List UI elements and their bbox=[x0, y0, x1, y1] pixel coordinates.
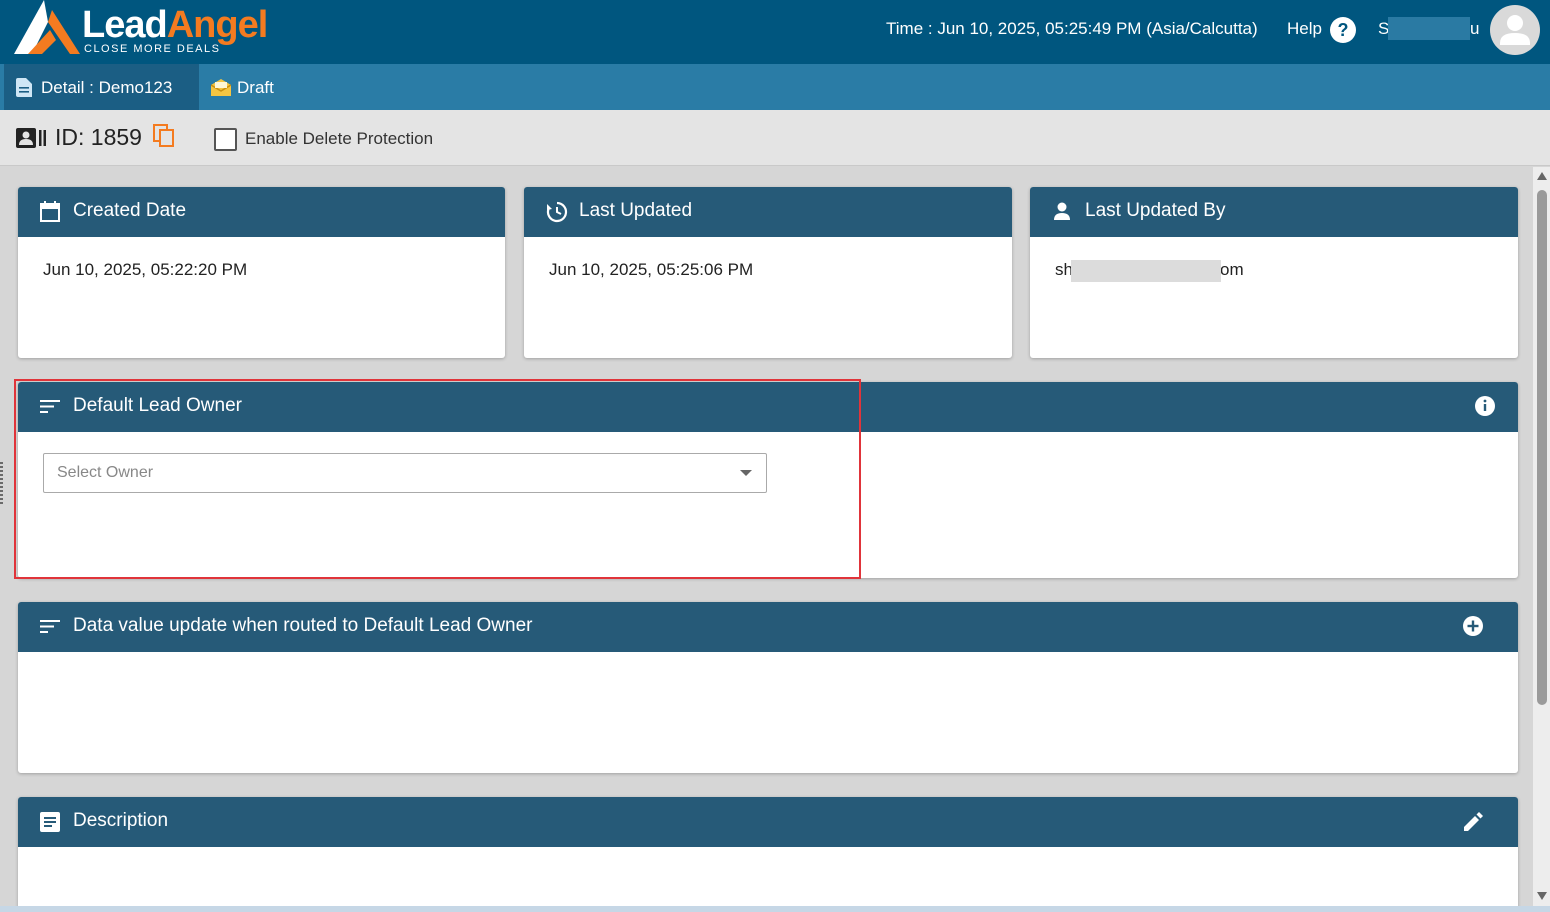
record-id: ID: 1859 bbox=[55, 124, 142, 150]
user-name-redacted bbox=[1388, 17, 1470, 40]
user-avatar-icon bbox=[1500, 15, 1530, 45]
tab-bar: Detail : Demo123 Draft bbox=[0, 64, 1550, 110]
info-icon[interactable] bbox=[1474, 395, 1496, 417]
copy-icon[interactable] bbox=[153, 124, 175, 148]
logo-angel-text: Angel bbox=[166, 4, 269, 46]
created-date-card: Created Date Jun 10, 2025, 05:22:20 PM bbox=[18, 187, 505, 358]
side-drag-handle[interactable] bbox=[0, 462, 3, 504]
person-icon bbox=[1054, 202, 1070, 220]
default-lead-owner-header: Default Lead Owner bbox=[18, 382, 1518, 432]
user-name-end[interactable]: u bbox=[1470, 19, 1479, 39]
logo-tagline: CLOSE MORE DEALS bbox=[84, 43, 221, 55]
tab-draft-label: Draft bbox=[237, 78, 274, 97]
add-circle-icon[interactable] bbox=[1462, 615, 1484, 637]
logo-mark-icon bbox=[14, 0, 80, 54]
history-icon bbox=[546, 201, 568, 223]
id-card-icon bbox=[16, 128, 46, 148]
delete-protection-checkbox[interactable] bbox=[214, 128, 237, 151]
default-lead-owner-title: Default Lead Owner bbox=[73, 395, 242, 416]
chevron-down-icon bbox=[740, 470, 752, 476]
last-updated-title: Last Updated bbox=[579, 200, 693, 221]
last-updated-card: Last Updated Jun 10, 2025, 05:25:06 PM bbox=[524, 187, 1012, 358]
help-icon[interactable]: ? bbox=[1330, 17, 1356, 43]
envelope-open-icon bbox=[211, 79, 231, 96]
notes-icon bbox=[40, 812, 60, 832]
last-updated-by-title: Last Updated By bbox=[1085, 200, 1226, 221]
sort-lines-icon bbox=[40, 620, 60, 633]
last-updated-by-suffix: om bbox=[1220, 260, 1244, 279]
tab-detail[interactable]: Detail : Demo123 bbox=[4, 64, 199, 110]
owner-select[interactable]: Select Owner bbox=[43, 453, 767, 493]
top-header: LeadAngel CLOSE MORE DEALS Time : Jun 10… bbox=[0, 0, 1550, 64]
scrollbar-thumb[interactable] bbox=[1537, 190, 1547, 705]
delete-protection-label[interactable]: Enable Delete Protection bbox=[245, 129, 433, 149]
created-date-title: Created Date bbox=[73, 200, 187, 221]
description-header: Description bbox=[18, 797, 1518, 847]
logo-lead-text: Lead bbox=[82, 4, 168, 46]
data-value-update-card: Data value update when routed to Default… bbox=[18, 602, 1518, 773]
bottom-edge bbox=[0, 906, 1550, 912]
last-updated-by-header: Last Updated By bbox=[1030, 187, 1518, 237]
scroll-down-arrow-icon[interactable] bbox=[1537, 892, 1547, 900]
tab-detail-label: Detail : Demo123 bbox=[41, 78, 173, 97]
calendar-icon bbox=[40, 201, 60, 222]
scroll-up-arrow-icon[interactable] bbox=[1537, 172, 1547, 180]
description-title: Description bbox=[73, 810, 169, 831]
data-value-update-title: Data value update when routed to Default… bbox=[73, 615, 533, 636]
last-updated-header: Last Updated bbox=[524, 187, 1012, 237]
current-time: Time : Jun 10, 2025, 05:25:49 PM (Asia/C… bbox=[886, 19, 1258, 38]
description-card: Description bbox=[18, 797, 1518, 912]
avatar[interactable] bbox=[1490, 5, 1540, 55]
owner-select-placeholder: Select Owner bbox=[57, 464, 154, 481]
sort-lines-icon bbox=[40, 400, 60, 413]
help-link[interactable]: Help bbox=[1287, 19, 1322, 39]
data-value-update-header: Data value update when routed to Default… bbox=[18, 602, 1518, 652]
pencil-icon[interactable] bbox=[1462, 810, 1484, 832]
last-updated-value: Jun 10, 2025, 05:25:06 PM bbox=[549, 260, 754, 279]
document-icon bbox=[16, 78, 32, 97]
logo-wordmark: LeadAngel bbox=[82, 2, 269, 48]
created-date-header: Created Date bbox=[18, 187, 505, 237]
created-date-value: Jun 10, 2025, 05:22:20 PM bbox=[43, 260, 248, 279]
record-id-bar: ID: 1859 Enable Delete Protection bbox=[0, 110, 1550, 166]
leadangel-logo[interactable]: LeadAngel CLOSE MORE DEALS bbox=[12, 0, 302, 60]
email-redacted bbox=[1071, 260, 1221, 282]
